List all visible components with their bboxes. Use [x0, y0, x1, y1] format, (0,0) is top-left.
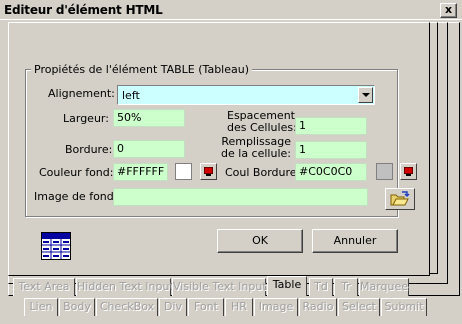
tab-div[interactable]: Div [159, 298, 187, 316]
ok-button[interactable]: OK [217, 229, 303, 253]
color-palette-icon [204, 167, 213, 176]
tab-radio[interactable]: Radio [299, 298, 337, 316]
bgcolor-field[interactable]: #FFFFFF [113, 163, 168, 181]
cellspacing-field[interactable]: 1 [295, 117, 367, 135]
color-palette-icon [404, 167, 413, 176]
tab-text-area[interactable]: Text Area [13, 278, 75, 296]
bordercolor-label: Coul Bordure.: [225, 166, 304, 179]
border-field[interactable]: 0 [113, 140, 185, 158]
tab-font[interactable]: Font [188, 298, 224, 316]
group-legend: Propiétés de l'élément TABLE (Tableau) [31, 63, 252, 76]
window-title: Editeur d'élément HTML [4, 3, 163, 17]
bordercolor-picker-button[interactable] [400, 163, 417, 180]
cellpadding-label-line2: de la cellule: [221, 147, 291, 160]
tab-body[interactable]: Body [59, 298, 95, 316]
cellspacing-label: Espacement des Cellules: [227, 110, 297, 134]
browse-image-button[interactable] [385, 188, 415, 210]
cellpadding-label: Remplissage de la cellule: [218, 136, 291, 160]
tab-checkbox[interactable]: CheckBox [96, 298, 158, 316]
bgcolor-picker-button[interactable] [200, 163, 217, 180]
table-grid-icon [41, 232, 71, 260]
tab-table[interactable]: Table [267, 276, 307, 296]
tab-hr[interactable]: HR [225, 298, 253, 316]
tab-select[interactable]: Select [338, 298, 380, 316]
tab-visible-text-input[interactable]: Visible Text Input [172, 278, 267, 296]
bgcolor-swatch [175, 163, 192, 180]
tab-hidden-text-input[interactable]: Hidden Text Input [76, 278, 174, 296]
border-label: Bordure: [65, 143, 113, 156]
alignment-value: left [122, 89, 140, 102]
close-icon: x [444, 3, 453, 16]
cancel-button[interactable]: Annuler [312, 229, 398, 253]
tab-td[interactable]: Td [309, 278, 333, 296]
bg-image-label: Image de fond: [34, 190, 118, 203]
bordercolor-field[interactable]: #C0C0C0 [295, 163, 367, 181]
tab-submit[interactable]: Submit [381, 298, 427, 316]
width-label: Largeur: [63, 112, 109, 125]
bordercolor-swatch [376, 163, 393, 180]
tab-tr[interactable]: Tr [334, 278, 358, 296]
tab-lien[interactable]: Lien [24, 298, 58, 316]
tab-image[interactable]: Image [254, 298, 298, 316]
width-field[interactable]: 50% [113, 109, 185, 127]
tab-marquee[interactable]: Marquee [359, 278, 409, 296]
cellspacing-label-line2: des Cellules: [227, 121, 297, 134]
open-folder-icon [390, 191, 410, 206]
alignment-select[interactable]: left [117, 85, 375, 105]
alignment-label: Alignement: [48, 87, 115, 100]
bg-image-field[interactable] [113, 188, 368, 206]
cellpadding-field[interactable]: 1 [295, 141, 367, 159]
close-button[interactable]: x [440, 3, 457, 18]
chevron-down-icon[interactable] [358, 87, 373, 103]
title-bar: Editeur d'élément HTML x [0, 0, 462, 20]
bgcolor-label: Couleur fond: [39, 166, 114, 179]
